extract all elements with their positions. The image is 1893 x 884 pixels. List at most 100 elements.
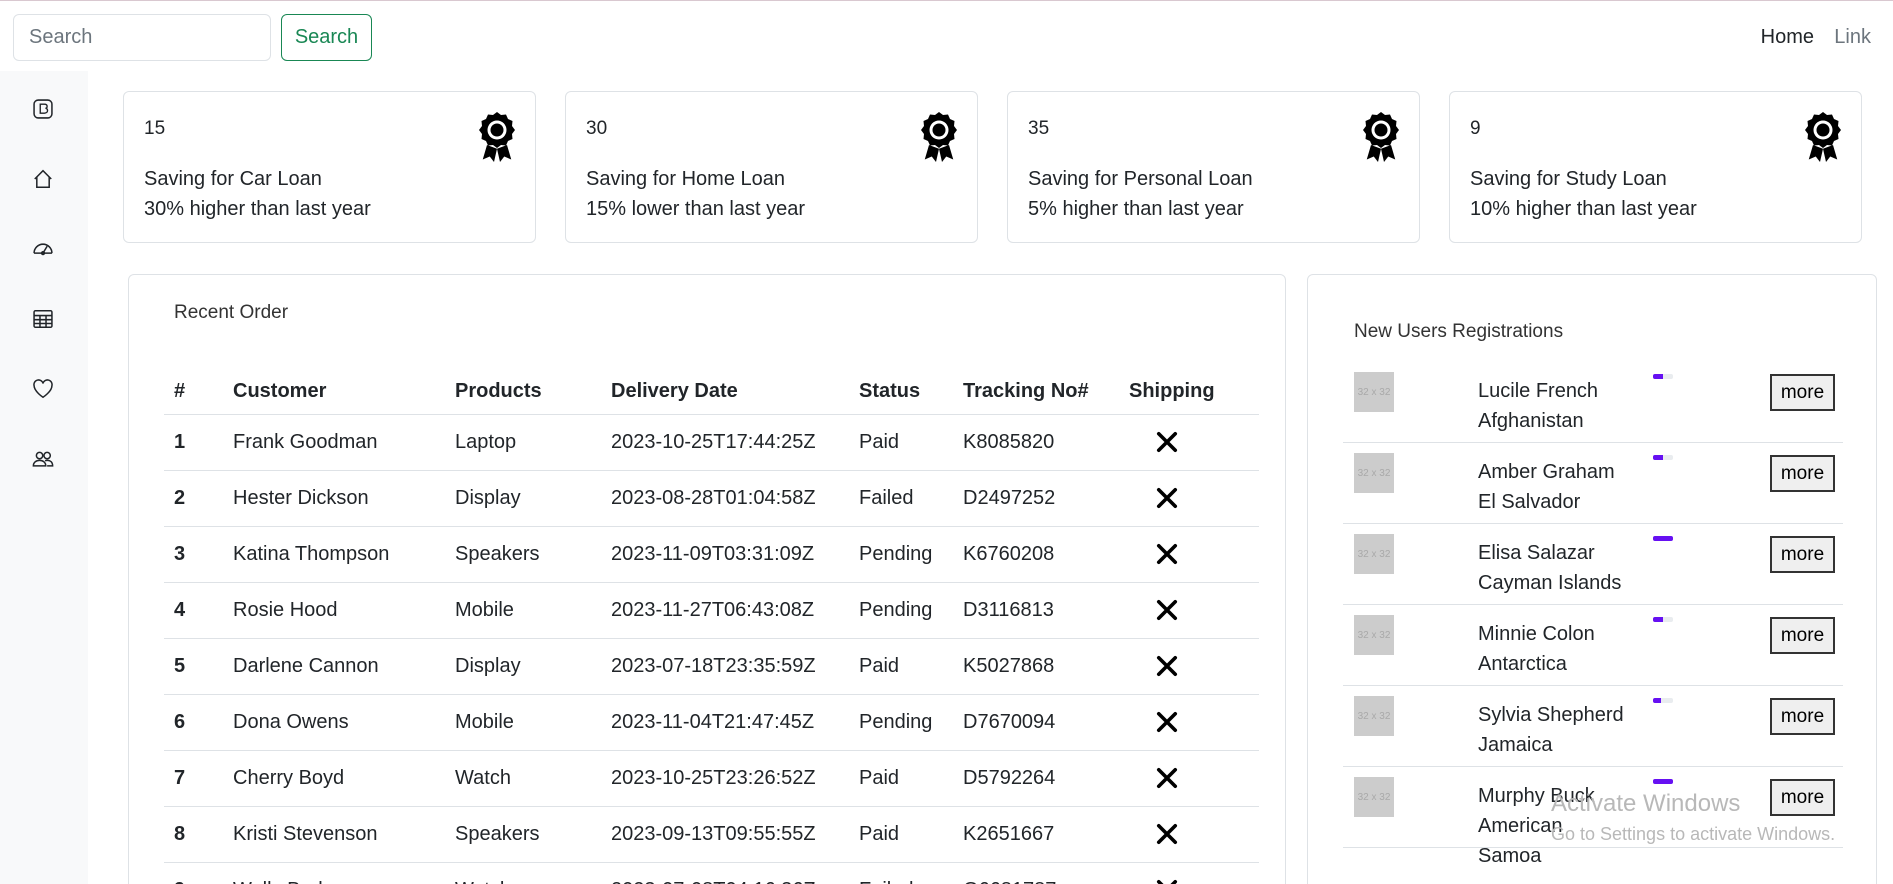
- order-shipping: [1119, 526, 1259, 583]
- order-customer: Wells Barber: [223, 862, 445, 884]
- order-customer: Frank Goodman: [223, 414, 445, 471]
- order-number: 7: [164, 750, 223, 807]
- list-item: 32 x 32 Minnie Colon Antarctica more: [1343, 605, 1843, 686]
- close-icon[interactable]: [1155, 542, 1179, 566]
- orders-table-body: 1 Frank Goodman Laptop 2023-10-25T17:44:25Z…: [164, 414, 1259, 884]
- heart-icon[interactable]: [31, 377, 55, 401]
- stat-title: Saving for Car Loan: [144, 168, 322, 190]
- order-product: Speakers: [445, 806, 601, 863]
- more-button[interactable]: more: [1770, 698, 1835, 735]
- avatar: 32 x 32: [1354, 615, 1394, 655]
- avatar: 32 x 32: [1354, 777, 1394, 817]
- order-delivery-date: 2023-09-13T09:55:55Z: [601, 806, 849, 863]
- list-item: 32 x 32 Sylvia Shepherd Jamaica more: [1343, 686, 1843, 767]
- order-status: Pending: [849, 526, 953, 583]
- award-icon: [479, 112, 515, 162]
- house-icon[interactable]: [31, 167, 55, 191]
- new-users-card: New Users Registrations 32 x 32 Lucile Fr…: [1307, 274, 1877, 884]
- order-status: Paid: [849, 414, 953, 471]
- user-progress-fill: [1653, 698, 1661, 703]
- order-tracking: G6681787: [953, 862, 1119, 884]
- speedometer-icon[interactable]: [31, 237, 55, 261]
- stat-card-personal-loan: 35 Saving for Personal Loan 5% higher th…: [1007, 91, 1420, 243]
- order-shipping: [1119, 638, 1259, 695]
- list-item: 32 x 32 Murphy Buck American Samoa more: [1343, 767, 1843, 867]
- order-delivery-date: 2023-11-09T03:31:09Z: [601, 526, 849, 583]
- order-tracking: K5027868: [953, 638, 1119, 695]
- order-shipping: [1119, 862, 1259, 884]
- bootstrap-icon[interactable]: [31, 97, 55, 121]
- stat-card-study-loan: 9 Saving for Study Loan 10% higher than …: [1449, 91, 1862, 243]
- more-button[interactable]: more: [1770, 455, 1835, 492]
- user-name: Amber Graham: [1478, 461, 1615, 483]
- stat-change: 15% lower than last year: [586, 198, 806, 220]
- order-number: 1: [164, 414, 223, 471]
- order-status: Failed: [849, 470, 953, 527]
- stat-title: Saving for Home Loan: [586, 168, 786, 190]
- close-icon[interactable]: [1155, 766, 1179, 790]
- order-customer: Dona Owens: [223, 694, 445, 751]
- avatar: 32 x 32: [1354, 534, 1394, 574]
- user-progress-fill: [1653, 779, 1673, 784]
- close-icon[interactable]: [1155, 710, 1179, 734]
- more-button[interactable]: more: [1770, 536, 1835, 573]
- order-product: Speakers: [445, 526, 601, 583]
- order-product: Mobile: [445, 694, 601, 751]
- search-button[interactable]: Search: [281, 14, 372, 61]
- award-icon: [1805, 112, 1841, 162]
- user-name: Sylvia Shepherd: [1478, 704, 1624, 726]
- user-progress: [1653, 698, 1673, 703]
- table-row: 9Wells BarberWatch2023-07-08T04:16:36ZFa…: [164, 862, 1259, 884]
- user-country: Afghanistan: [1478, 410, 1584, 432]
- people-icon[interactable]: [31, 447, 55, 471]
- user-country: El Salvador: [1478, 491, 1581, 513]
- user-progress: [1653, 374, 1673, 379]
- order-status: Pending: [849, 582, 953, 639]
- close-icon[interactable]: [1155, 430, 1179, 454]
- close-icon[interactable]: [1155, 486, 1179, 510]
- column-header: Customer: [223, 370, 445, 415]
- close-icon[interactable]: [1155, 878, 1179, 884]
- order-number: 8: [164, 806, 223, 863]
- top-navbar: Search Home Link: [0, 0, 1893, 71]
- user-country: Cayman Islands: [1478, 572, 1622, 594]
- user-progress-fill: [1653, 536, 1673, 541]
- user-country: American Samoa: [1478, 815, 1563, 867]
- table-row: 7 Cherry Boyd Watch 2023-10-25T23:26:52Z Pai…: [164, 750, 1259, 807]
- order-product: Laptop: [445, 414, 601, 471]
- more-button[interactable]: more: [1770, 374, 1835, 411]
- stat-change: 5% higher than last year: [1028, 198, 1244, 220]
- order-number: 5: [164, 638, 223, 695]
- search-input[interactable]: [13, 14, 271, 61]
- user-progress-fill: [1653, 617, 1663, 622]
- stat-change: 10% higher than last year: [1470, 198, 1697, 220]
- close-icon[interactable]: [1155, 822, 1179, 846]
- user-progress: [1653, 779, 1673, 784]
- user-name: Murphy Buck: [1478, 785, 1595, 807]
- user-progress-fill: [1653, 374, 1663, 379]
- order-delivery-date: 2023-11-04T21:47:45Z: [601, 694, 849, 751]
- award-icon: [921, 112, 957, 162]
- stat-change: 30% higher than last year: [144, 198, 371, 220]
- nav-link[interactable]: Link: [1834, 26, 1871, 49]
- table-icon[interactable]: [31, 307, 55, 331]
- order-status: Failed: [849, 862, 953, 884]
- order-product: Watch: [445, 750, 601, 807]
- more-button[interactable]: more: [1770, 617, 1835, 654]
- award-icon: [1363, 112, 1399, 162]
- order-tracking: K2651667: [953, 806, 1119, 863]
- order-product: Display: [445, 470, 601, 527]
- order-customer: Hester Dickson: [223, 470, 445, 527]
- order-shipping: [1119, 694, 1259, 751]
- table-header-row: # Customer Products Delivery Date Status…: [164, 370, 1259, 415]
- more-button[interactable]: more: [1770, 779, 1835, 816]
- close-icon[interactable]: [1155, 598, 1179, 622]
- order-product: Mobile: [445, 582, 601, 639]
- close-icon[interactable]: [1155, 654, 1179, 678]
- order-status: Pending: [849, 694, 953, 751]
- table-row: 6 Dona Owens Mobile 2023-11-04T21:47:45Z Pen…: [164, 694, 1259, 751]
- order-tracking: K6760208: [953, 526, 1119, 583]
- nav-home-link[interactable]: Home: [1761, 26, 1814, 49]
- order-delivery-date: 2023-11-27T06:43:08Z: [601, 582, 849, 639]
- list-item: 32 x 32 Elisa Salazar Cayman Islands more: [1343, 524, 1843, 605]
